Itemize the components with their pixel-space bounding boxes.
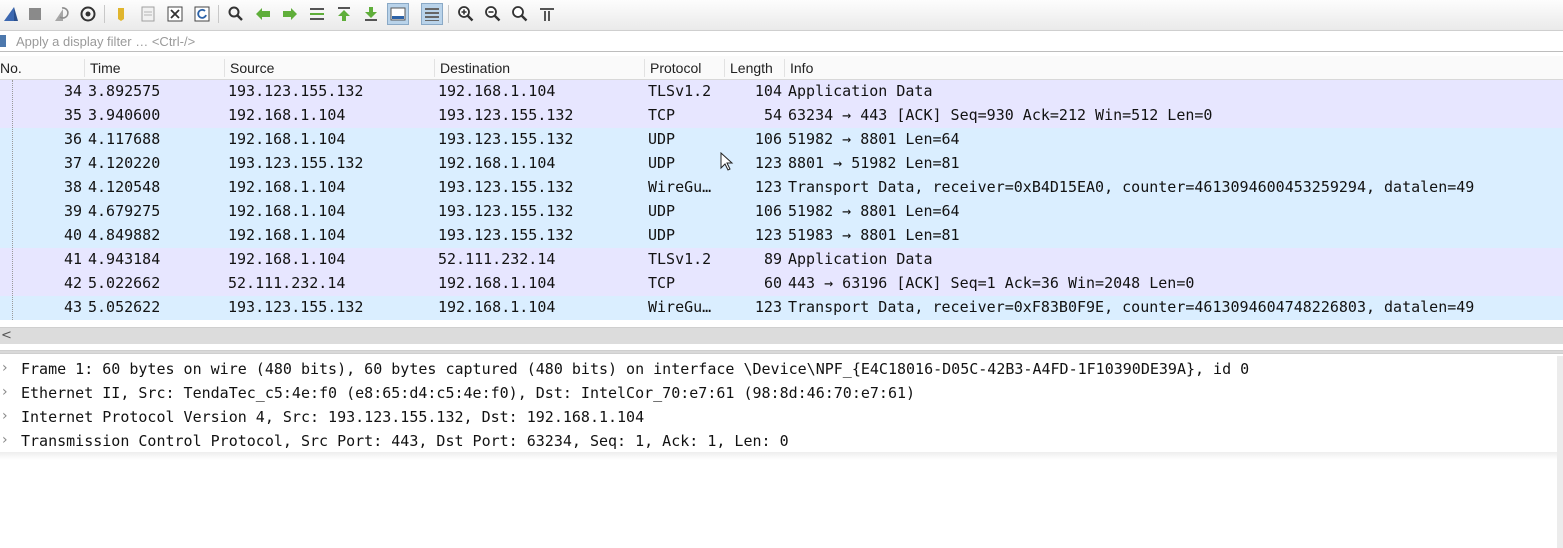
packet-row[interactable]: 37 4.120220 193.123.155.132 192.168.1.104 UD… — [0, 152, 1563, 176]
column-divider[interactable] — [784, 59, 785, 77]
packet-row[interactable]: 40 4.849882 192.168.1.104 193.123.155.132 UD… — [0, 224, 1563, 248]
packet-info: Transport Data, receiver=0xB4D15EA0, cou… — [788, 178, 1475, 196]
packet-row[interactable]: 41 4.943184 192.168.1.104 52.111.232.14 TLSv… — [0, 248, 1563, 272]
close-file-icon[interactable] — [164, 3, 186, 25]
column-divider[interactable] — [434, 59, 435, 77]
packet-list-horizontal-scrollbar[interactable]: < — [0, 327, 1563, 344]
go-to-packet-icon[interactable] — [306, 3, 328, 25]
mouse-pointer-icon — [720, 152, 734, 171]
packet-length: 60 — [763, 274, 782, 292]
column-divider[interactable] — [724, 59, 725, 77]
column-header-no[interactable]: No. — [0, 60, 22, 76]
save-file-icon[interactable] — [137, 3, 159, 25]
pane-splitter[interactable] — [0, 350, 1563, 354]
display-filter-bar — [0, 32, 1563, 52]
packet-length: 123 — [754, 298, 782, 316]
toolbar-separator — [448, 5, 449, 23]
detail-tree-label: Frame 1: 60 bytes on wire (480 bits), 60… — [21, 360, 1250, 378]
packet-info: 51982 → 8801 Len=64 — [788, 130, 960, 148]
packet-info: 8801 → 51982 Len=81 — [788, 154, 960, 172]
packet-info: 51982 → 8801 Len=64 — [788, 202, 960, 220]
packet-row[interactable]: 38 4.120548 192.168.1.104 193.123.155.132 Wi… — [0, 176, 1563, 200]
column-header-time[interactable]: Time — [90, 60, 121, 76]
zoom-out-icon[interactable] — [482, 3, 504, 25]
capture-options-gear-icon[interactable] — [77, 3, 99, 25]
packet-info: 51983 → 8801 Len=81 — [788, 226, 960, 244]
packet-row[interactable]: 36 4.117688 192.168.1.104 193.123.155.132 UD… — [0, 128, 1563, 152]
toolbar-separator — [104, 5, 105, 23]
packet-row[interactable]: 43 5.052622 193.123.155.132 192.168.1.104 Wi… — [0, 296, 1563, 320]
expand-chevron-icon[interactable]: › — [2, 408, 8, 424]
column-divider[interactable] — [644, 59, 645, 77]
packet-info: Application Data — [788, 250, 933, 268]
expand-chevron-icon[interactable]: › — [2, 384, 8, 400]
related-packet-indicator — [12, 80, 13, 320]
zoom-normal-icon[interactable] — [509, 3, 531, 25]
toolbar-separator — [218, 5, 219, 23]
reload-file-icon[interactable] — [191, 3, 213, 25]
resize-columns-icon[interactable] — [536, 3, 558, 25]
packet-length: 106 — [754, 130, 782, 148]
scroll-left-arrow-icon[interactable]: < — [1, 328, 12, 343]
detail-tree-item[interactable]: › Frame 1: 60 bytes on wire (480 bits), 6… — [0, 358, 1563, 382]
packet-row[interactable]: 35 3.940600 192.168.1.104 193.123.155.132 TC… — [0, 104, 1563, 128]
packet-row[interactable]: 34 3.892575 193.123.155.132 192.168.1.104 TL… — [0, 80, 1563, 104]
detail-tree-item[interactable]: › Ethernet II, Src: TendaTec_c5:4e:f0 (e8… — [0, 382, 1563, 406]
main-toolbar — [0, 0, 1563, 31]
go-last-packet-icon[interactable] — [360, 3, 382, 25]
filter-bookmark-icon[interactable] — [0, 35, 6, 47]
packet-list: 34 3.892575 193.123.155.132 192.168.1.104 TL… — [0, 80, 1563, 320]
column-divider[interactable] — [84, 59, 85, 77]
column-header-protocol[interactable]: Protocol — [650, 60, 701, 76]
packet-length: 104 — [754, 82, 782, 100]
find-magnifier-icon[interactable] — [225, 3, 247, 25]
packet-list-header: No. Time Source Destination Protocol Len… — [0, 56, 1563, 80]
packet-length: 89 — [763, 250, 782, 268]
go-forward-arrow-icon[interactable] — [279, 3, 301, 25]
colorize-icon[interactable] — [421, 3, 443, 25]
column-header-length[interactable]: Length — [730, 60, 773, 76]
open-folder-icon[interactable] — [110, 3, 132, 25]
packet-info: Transport Data, receiver=0xF83B0F9E, cou… — [788, 298, 1475, 316]
autoscroll-icon[interactable] — [387, 3, 409, 25]
packet-length: 123 — [754, 154, 782, 172]
detail-tree-label: Transmission Control Protocol, Src Port:… — [21, 432, 789, 450]
zoom-in-icon[interactable] — [455, 3, 477, 25]
packet-info: 443 → 63196 [ACK] Seq=1 Ack=36 Win=2048 … — [788, 274, 1195, 292]
packet-info: Application Data — [788, 82, 933, 100]
packet-length: 54 — [763, 106, 782, 124]
packet-info: 63234 → 443 [ACK] Seq=930 Ack=212 Win=51… — [788, 106, 1213, 124]
detail-tree-label: Internet Protocol Version 4, Src: 193.12… — [21, 408, 645, 426]
restart-fin-icon[interactable] — [50, 3, 72, 25]
packet-length: 123 — [754, 226, 782, 244]
shark-fin-start-icon[interactable] — [0, 3, 22, 25]
detail-tree-item[interactable]: › Transmission Control Protocol, Src Port… — [0, 430, 1563, 454]
details-vertical-scrollbar[interactable] — [1557, 356, 1563, 548]
packet-length: 123 — [754, 178, 782, 196]
stop-square-icon[interactable] — [24, 3, 46, 25]
column-header-destination[interactable]: Destination — [440, 60, 510, 76]
column-header-source[interactable]: Source — [230, 60, 274, 76]
go-first-packet-icon[interactable] — [333, 3, 355, 25]
details-bottom-edge — [0, 452, 1563, 460]
column-divider[interactable] — [224, 59, 225, 77]
go-back-arrow-icon[interactable] — [252, 3, 274, 25]
detail-tree-label: Ethernet II, Src: TendaTec_c5:4e:f0 (e8:… — [21, 384, 916, 402]
packet-row[interactable]: 39 4.679275 192.168.1.104 193.123.155.132 UD… — [0, 200, 1563, 224]
detail-tree-item[interactable]: › Internet Protocol Version 4, Src: 193.1… — [0, 406, 1563, 430]
expand-chevron-icon[interactable]: › — [2, 360, 8, 376]
packet-details-tree: › Frame 1: 60 bytes on wire (480 bits), 6… — [0, 356, 1563, 452]
column-header-info[interactable]: Info — [790, 60, 813, 76]
expand-chevron-icon[interactable]: › — [2, 432, 8, 448]
packet-row[interactable]: 42 5.022662 52.111.232.14 192.168.1.104 TCP 6… — [0, 272, 1563, 296]
packet-length: 106 — [754, 202, 782, 220]
display-filter-input[interactable] — [10, 32, 1555, 51]
